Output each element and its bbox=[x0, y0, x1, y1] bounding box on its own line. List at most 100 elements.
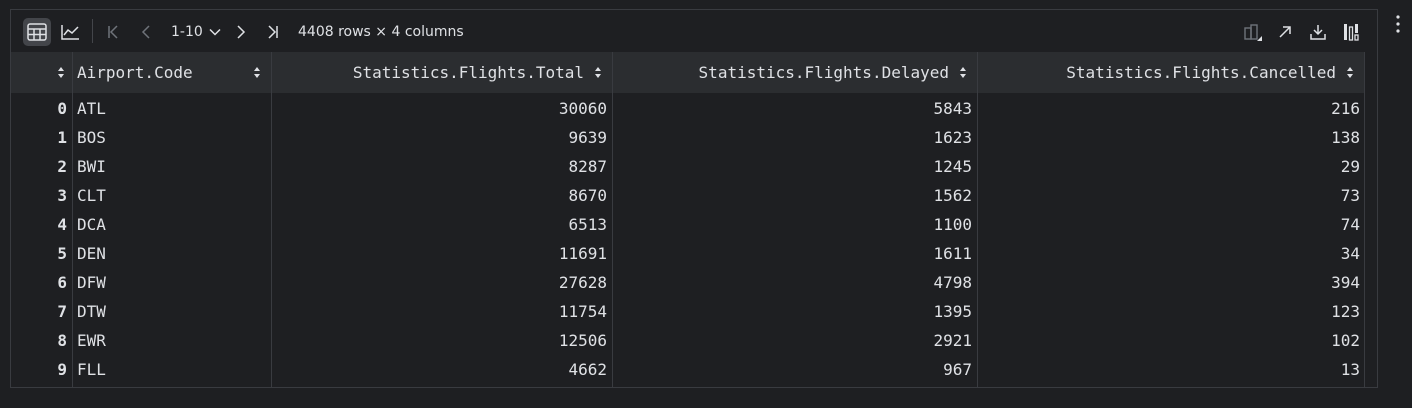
airport-code-cell[interactable]: FLL bbox=[77, 355, 267, 384]
flights-cancelled-cell[interactable]: 394 bbox=[979, 268, 1360, 297]
airport-code-cell[interactable]: EWR bbox=[77, 326, 267, 355]
flights-total-cell[interactable]: 11691 bbox=[273, 239, 607, 268]
compare-icon bbox=[1244, 24, 1262, 41]
flights-delayed-cell[interactable]: 5843 bbox=[614, 94, 972, 123]
dataframe-viewer: 1-10 4408 rows × 4 columns Airport.Code … bbox=[10, 9, 1378, 388]
airport-code-cell[interactable]: ATL bbox=[77, 94, 267, 123]
flights-cancelled-cell[interactable]: 34 bbox=[979, 239, 1360, 268]
chevron-down-icon bbox=[209, 28, 221, 36]
column-header-index[interactable] bbox=[11, 52, 71, 93]
flights-delayed-cell[interactable]: 1623 bbox=[614, 123, 972, 152]
flights-total-cell[interactable]: 30060 bbox=[273, 94, 607, 123]
flights-cancelled-cell[interactable]: 216 bbox=[979, 94, 1360, 123]
chart-icon bbox=[61, 25, 79, 40]
flights-delayed-cell[interactable]: 2921 bbox=[614, 326, 972, 355]
table-row[interactable]: 5 DEN 11691 1611 34 bbox=[11, 239, 1364, 268]
row-column-count: 4408 rows × 4 columns bbox=[298, 24, 464, 40]
column-header-airport-code[interactable]: Airport.Code bbox=[73, 52, 271, 93]
toolbar-divider bbox=[92, 19, 93, 43]
prev-page-icon bbox=[141, 25, 150, 39]
row-index: 6 bbox=[57, 273, 67, 292]
column-divider bbox=[1364, 52, 1365, 388]
flights-total-cell[interactable]: 6513 bbox=[273, 210, 607, 239]
flights-total-cell[interactable]: 4662 bbox=[273, 355, 607, 384]
flights-total-cell[interactable]: 9639 bbox=[273, 123, 607, 152]
flights-delayed-cell[interactable]: 1100 bbox=[614, 210, 972, 239]
next-page-icon bbox=[237, 25, 246, 39]
row-index: 1 bbox=[57, 128, 67, 147]
table-row[interactable]: 8 EWR 12506 2921 102 bbox=[11, 326, 1364, 355]
table-icon bbox=[27, 23, 47, 41]
row-index: 8 bbox=[57, 331, 67, 350]
table-view-button[interactable] bbox=[23, 18, 51, 46]
column-header-flights-delayed[interactable]: Statistics.Flights.Delayed bbox=[613, 52, 977, 93]
page-range-label: 1-10 bbox=[171, 24, 203, 40]
prev-page-button[interactable] bbox=[132, 18, 160, 46]
sort-icon[interactable] bbox=[594, 66, 602, 79]
airport-code-cell[interactable]: BWI bbox=[77, 152, 267, 181]
airport-code-cell[interactable]: DFW bbox=[77, 268, 267, 297]
flights-delayed-cell[interactable]: 1245 bbox=[614, 152, 972, 181]
flights-delayed-cell[interactable]: 1611 bbox=[614, 239, 972, 268]
row-index: 0 bbox=[57, 99, 67, 118]
table-row[interactable]: 3 CLT 8670 1562 73 bbox=[11, 181, 1364, 210]
next-page-button[interactable] bbox=[227, 18, 255, 46]
sort-icon[interactable] bbox=[253, 66, 261, 79]
flights-delayed-cell[interactable]: 1395 bbox=[614, 297, 972, 326]
more-vertical-icon[interactable] bbox=[1392, 14, 1404, 34]
airport-code-cell[interactable]: BOS bbox=[77, 123, 267, 152]
table-row[interactable]: 1 BOS 9639 1623 138 bbox=[11, 123, 1364, 152]
table-row[interactable]: 2 BWI 8287 1245 29 bbox=[11, 152, 1364, 181]
sort-icon[interactable] bbox=[1346, 66, 1354, 79]
column-settings-button[interactable] bbox=[1337, 18, 1365, 46]
open-external-button[interactable] bbox=[1271, 18, 1299, 46]
airport-code-cell[interactable]: CLT bbox=[77, 181, 267, 210]
chart-view-button[interactable] bbox=[56, 18, 84, 46]
compare-button[interactable] bbox=[1239, 18, 1267, 46]
flights-total-cell[interactable]: 8287 bbox=[273, 152, 607, 181]
table-row[interactable]: 0 ATL 30060 5843 216 bbox=[11, 94, 1364, 123]
table-row[interactable]: 9 FLL 4662 967 13 bbox=[11, 355, 1364, 384]
flights-delayed-cell[interactable]: 4798 bbox=[614, 268, 972, 297]
table-header: Airport.Code Statistics.Flights.Total St… bbox=[11, 52, 1364, 93]
first-page-button[interactable] bbox=[99, 18, 127, 46]
flights-cancelled-cell[interactable]: 13 bbox=[979, 355, 1360, 384]
flights-cancelled-cell[interactable]: 138 bbox=[979, 123, 1360, 152]
row-index: 2 bbox=[57, 157, 67, 176]
flights-total-cell[interactable]: 12506 bbox=[273, 326, 607, 355]
sort-icon[interactable] bbox=[57, 66, 65, 79]
column-header-label: Statistics.Flights.Cancelled bbox=[1066, 63, 1336, 82]
column-header-flights-total[interactable]: Statistics.Flights.Total bbox=[273, 52, 612, 93]
airport-code-cell[interactable]: DTW bbox=[77, 297, 267, 326]
table-row[interactable]: 7 DTW 11754 1395 123 bbox=[11, 297, 1364, 326]
row-index: 3 bbox=[57, 186, 67, 205]
flights-cancelled-cell[interactable]: 29 bbox=[979, 152, 1360, 181]
page-range-dropdown[interactable]: 1-10 bbox=[171, 22, 221, 42]
flights-total-cell[interactable]: 27628 bbox=[273, 268, 607, 297]
airport-code-cell[interactable]: DEN bbox=[77, 239, 267, 268]
sort-icon[interactable] bbox=[959, 66, 967, 79]
row-index: 9 bbox=[57, 360, 67, 379]
column-header-label: Statistics.Flights.Total bbox=[352, 63, 584, 82]
flights-cancelled-cell[interactable]: 102 bbox=[979, 326, 1360, 355]
flights-delayed-cell[interactable]: 967 bbox=[614, 355, 972, 384]
last-page-button[interactable] bbox=[259, 18, 287, 46]
open-external-icon bbox=[1279, 26, 1291, 38]
flights-delayed-cell[interactable]: 1562 bbox=[614, 181, 972, 210]
flights-cancelled-cell[interactable]: 123 bbox=[979, 297, 1360, 326]
airport-code-cell[interactable]: DCA bbox=[77, 210, 267, 239]
first-page-icon bbox=[108, 25, 118, 39]
table-row[interactable]: 6 DFW 27628 4798 394 bbox=[11, 268, 1364, 297]
download-button[interactable] bbox=[1304, 18, 1332, 46]
row-index: 7 bbox=[57, 302, 67, 321]
toolbar: 1-10 4408 rows × 4 columns bbox=[11, 10, 1377, 52]
flights-total-cell[interactable]: 11754 bbox=[273, 297, 607, 326]
table-row[interactable]: 4 DCA 6513 1100 74 bbox=[11, 210, 1364, 239]
row-index: 5 bbox=[57, 244, 67, 263]
flights-cancelled-cell[interactable]: 73 bbox=[979, 181, 1360, 210]
last-page-icon bbox=[268, 25, 278, 39]
flights-total-cell[interactable]: 8670 bbox=[273, 181, 607, 210]
column-header-label: Airport.Code bbox=[77, 63, 193, 82]
column-header-flights-cancelled[interactable]: Statistics.Flights.Cancelled bbox=[978, 52, 1364, 93]
flights-cancelled-cell[interactable]: 74 bbox=[979, 210, 1360, 239]
